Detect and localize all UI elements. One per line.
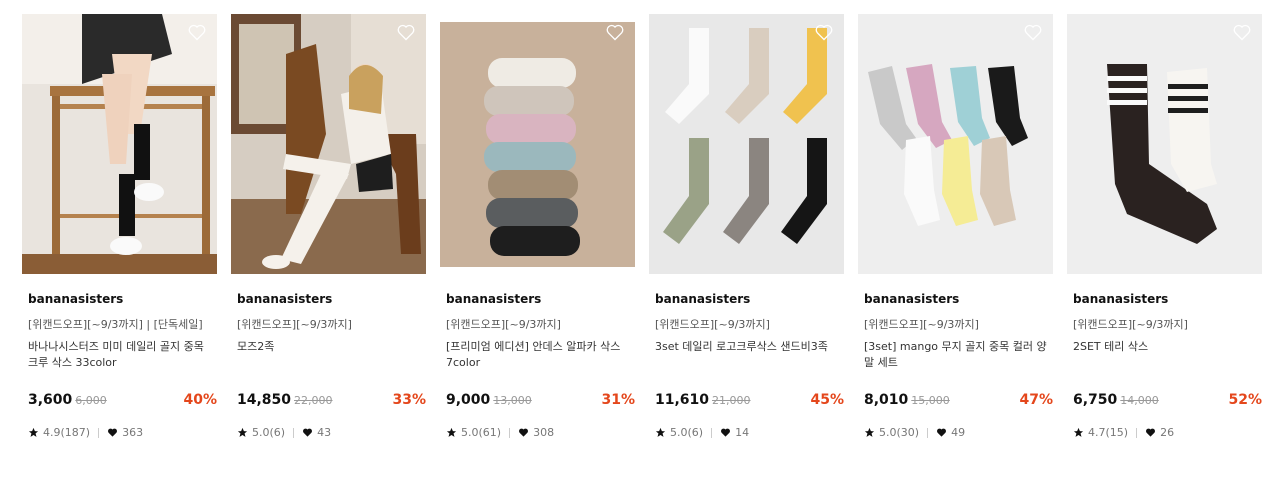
product-card[interactable]: bananasisters [위캔드오프][~9/3까지] [3set] man… [858,14,1053,439]
product-image[interactable] [1067,14,1262,274]
product-image[interactable] [440,14,635,274]
heart-filled-icon [1146,428,1156,437]
star-icon [446,427,457,437]
product-meta: 5.0(30) 49 [864,426,965,439]
wishlist-heart-icon[interactable] [396,22,416,42]
product-meta: 5.0(6) 14 [655,426,749,439]
heart-filled-icon [721,428,731,437]
like-count: 14 [735,426,750,439]
product-meta: 4.7(15) 26 [1073,426,1174,439]
wishlist-heart-icon[interactable] [814,22,834,42]
rating: 5.0(30) [879,426,920,439]
product-name[interactable]: 모즈2족 [237,339,422,355]
price: 14,850 22,000 [237,392,333,408]
discount-rate: 33% [392,392,426,408]
star-icon [1073,427,1084,437]
like-count: 43 [317,426,332,439]
divider [98,427,100,438]
product-image[interactable] [231,14,426,274]
product-card[interactable]: bananasisters [위캔드오프][~9/3까지] 2SET 테리 삭스… [1067,14,1262,439]
brand-name[interactable]: bananasisters [655,292,750,306]
product-meta: 4.9(187) 363 [28,426,143,439]
price: 6,750 14,000 [1073,392,1159,408]
promo-tag: [위캔드오프][~9/3까지] [237,318,352,331]
heart-filled-icon [937,428,947,437]
original-price: 6,000 [75,394,107,407]
rating: 5.0(6) [670,426,704,439]
heart-filled-icon [303,428,313,437]
promo-tag: [위캔드오프][~9/3까지] [1073,318,1188,331]
divider [293,427,295,438]
product-meta: 5.0(61) 308 [446,426,554,439]
promo-tag: [위캔드오프][~9/3까지] [864,318,979,331]
star-icon [237,427,248,437]
product-image[interactable] [649,14,844,274]
star-icon [28,427,39,437]
discount-rate: 40% [183,392,217,408]
wishlist-heart-icon[interactable] [187,22,207,42]
sale-price: 9,000 [446,392,491,408]
product-card[interactable]: bananasisters [위캔드오프][~9/3까지] [프리미엄 에디션]… [440,14,635,439]
brand-name[interactable]: bananasisters [864,292,959,306]
like-count: 363 [122,426,144,439]
original-price: 22,000 [294,394,333,407]
brand-name[interactable]: bananasisters [1073,292,1168,306]
price: 9,000 13,000 [446,392,532,408]
rating: 4.7(15) [1088,426,1129,439]
price: 8,010 15,000 [864,392,950,408]
product-name[interactable]: 2SET 테리 삭스 [1073,339,1258,355]
heart-filled-icon [519,428,529,437]
price: 3,600 6,000 [28,392,107,408]
sale-price: 6,750 [1073,392,1118,408]
product-image[interactable] [22,14,217,274]
divider [1136,427,1138,438]
promo-tag: [위캔드오프][~9/3까지] [446,318,561,331]
discount-rate: 52% [1228,392,1262,408]
original-price: 15,000 [911,394,950,407]
star-icon [864,427,875,437]
discount-rate: 47% [1019,392,1053,408]
wishlist-heart-icon[interactable] [605,22,625,42]
promo-tag: [위캔드오프][~9/3까지] [655,318,770,331]
product-name[interactable]: [프리미엄 에디션] 안데스 알파카 삭스 7color [446,339,631,371]
brand-name[interactable]: bananasisters [237,292,332,306]
product-card[interactable]: bananasisters [위캔드오프][~9/3까지] 모즈2족 14,85… [231,14,426,439]
promo-tag: [위캔드오프][~9/3까지] | [단독세일] [28,318,203,331]
rating: 4.9(187) [43,426,91,439]
divider [509,427,511,438]
product-meta: 5.0(6) 43 [237,426,331,439]
original-price: 14,000 [1120,394,1159,407]
rating: 5.0(61) [461,426,502,439]
sale-price: 3,600 [28,392,73,408]
brand-name[interactable]: bananasisters [28,292,123,306]
price: 11,610 21,000 [655,392,751,408]
like-count: 26 [1160,426,1175,439]
discount-rate: 45% [810,392,844,408]
product-image[interactable] [858,14,1053,274]
brand-name[interactable]: bananasisters [446,292,541,306]
product-name[interactable]: 3set 데일리 로고크루삭스 샌드비3족 [655,339,840,355]
sale-price: 8,010 [864,392,909,408]
wishlist-heart-icon[interactable] [1232,22,1252,42]
heart-filled-icon [108,428,118,437]
like-count: 49 [951,426,966,439]
sale-price: 11,610 [655,392,710,408]
product-name[interactable]: 바나나시스터즈 미미 데일리 골지 중목 크루 삭스 33color [28,339,213,371]
like-count: 308 [533,426,555,439]
wishlist-heart-icon[interactable] [1023,22,1043,42]
original-price: 13,000 [493,394,532,407]
divider [927,427,929,438]
original-price: 21,000 [712,394,751,407]
discount-rate: 31% [601,392,635,408]
rating: 5.0(6) [252,426,286,439]
star-icon [655,427,666,437]
product-card[interactable]: bananasisters [위캔드오프][~9/3까지] 3set 데일리 로… [649,14,844,439]
sale-price: 14,850 [237,392,292,408]
divider [711,427,713,438]
product-name[interactable]: [3set] mango 무지 골지 중목 컬러 양말 세트 [864,339,1049,371]
product-card[interactable]: bananasisters [위캔드오프][~9/3까지] | [단독세일] 바… [22,14,217,439]
